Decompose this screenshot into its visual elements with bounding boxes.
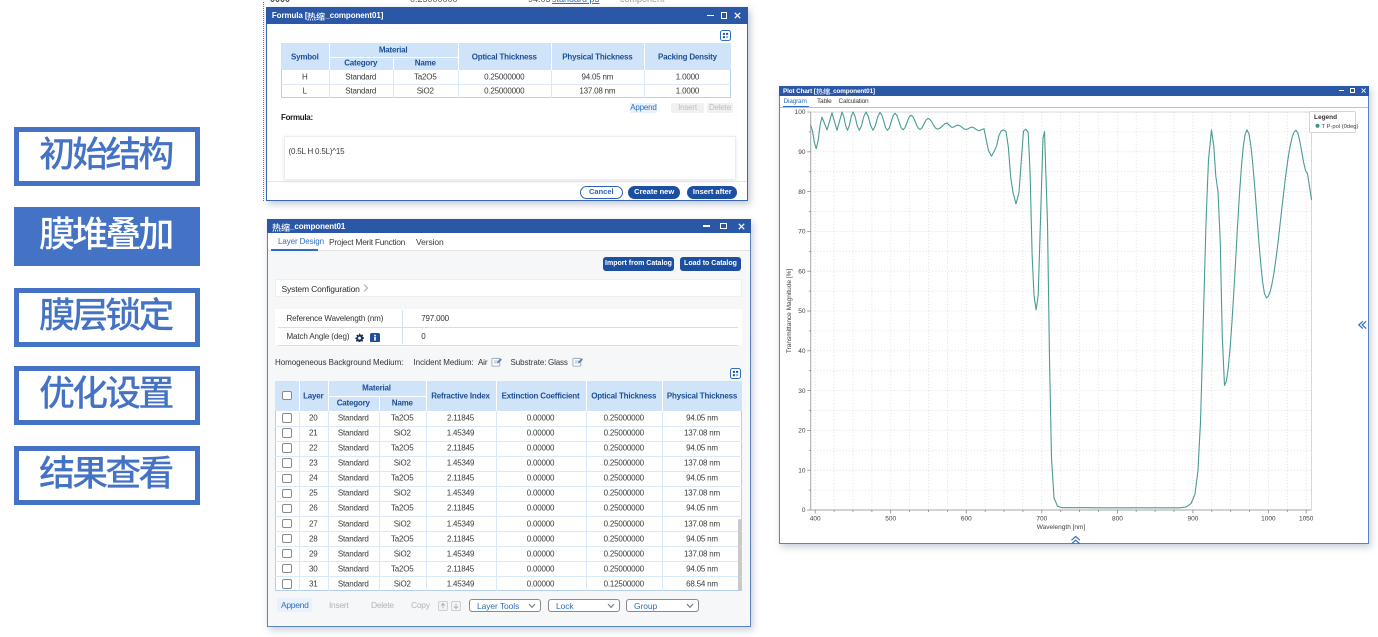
svg-text:20: 20 [798,428,806,435]
svg-text:800: 800 [1112,516,1123,523]
svg-text:80: 80 [798,189,806,196]
svg-text:T P-pol (0deg): T P-pol (0deg) [1322,124,1359,130]
svg-text:1000: 1000 [1261,516,1276,523]
svg-text:600: 600 [961,516,972,523]
svg-text:Legend: Legend [1314,114,1337,121]
svg-text:700: 700 [1036,516,1047,523]
svg-text:400: 400 [810,516,821,523]
svg-text:70: 70 [798,229,806,236]
svg-text:90: 90 [798,149,806,156]
svg-text:10: 10 [798,467,806,474]
svg-text:30: 30 [798,388,806,395]
svg-text:100: 100 [795,109,806,116]
svg-text:Wavelength [nm]: Wavelength [nm] [1037,524,1086,531]
svg-text:900: 900 [1187,516,1198,523]
svg-text:500: 500 [885,516,896,523]
svg-text:Transmittance Magnitude [%]: Transmittance Magnitude [%] [786,269,793,353]
svg-text:50: 50 [798,308,806,315]
svg-text:0: 0 [802,507,806,514]
svg-text:60: 60 [798,268,806,275]
svg-text:40: 40 [798,348,806,355]
svg-text:1050: 1050 [1299,516,1314,523]
